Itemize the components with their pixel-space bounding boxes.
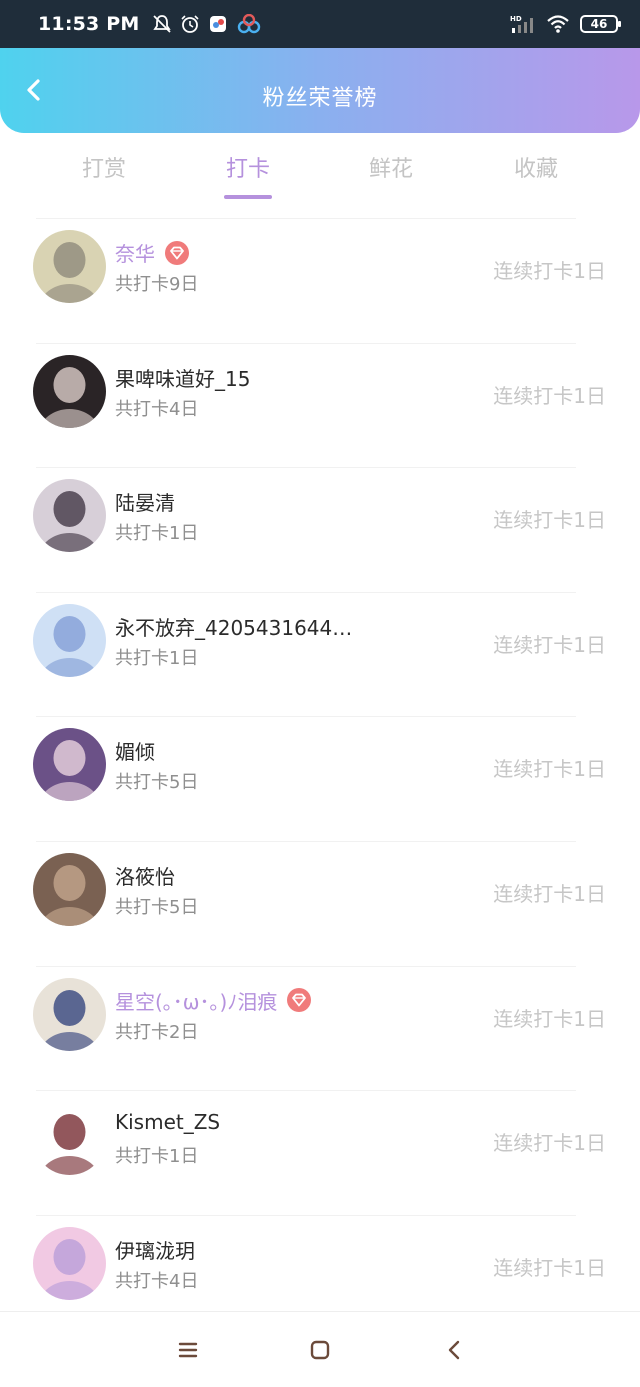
avatar[interactable]	[33, 852, 106, 926]
fan-name: 奈华	[115, 242, 155, 266]
avatar[interactable]	[33, 354, 106, 428]
avatar[interactable]	[33, 977, 106, 1051]
fan-name: 果啤味道好_15	[115, 366, 251, 391]
tab-bar: 打赏 打卡 鲜花 收藏	[0, 133, 640, 208]
wifi-icon	[547, 15, 569, 33]
row-divider	[36, 716, 576, 718]
status-bar: 11:53 PM HD 46	[0, 0, 640, 48]
signal-icon: HD	[510, 15, 533, 33]
fan-row[interactable]: 果啤味道好_15 共打卡4日 连续打卡1日	[0, 342, 640, 468]
total-checkins: 共打卡1日	[115, 523, 199, 545]
tab-underline	[224, 195, 272, 199]
total-checkins: 共打卡9日	[115, 274, 199, 295]
app-header: 粉丝荣誉榜	[0, 48, 640, 133]
page-title: 粉丝荣誉榜	[262, 86, 378, 111]
tab-flowers[interactable]: 鲜花	[336, 151, 446, 183]
avatar[interactable]	[33, 603, 106, 677]
fan-name: 洛筱怡	[115, 864, 175, 889]
battery-indicator: 46	[580, 15, 621, 33]
home-icon[interactable]	[308, 1338, 332, 1362]
total-checkins: 共打卡4日	[115, 1270, 199, 1292]
status-right: HD 46	[510, 14, 621, 34]
streak-checkins: 连续打卡1日	[493, 881, 606, 906]
streak-checkins: 连续打卡1日	[493, 757, 606, 782]
app-notification-icon	[209, 16, 226, 32]
row-divider	[36, 342, 576, 344]
tab-label: 打赏	[81, 157, 126, 182]
row-divider	[36, 467, 576, 469]
avatar-image	[33, 479, 106, 553]
fan-row[interactable]: 星空(｡･ω･｡)ﾉ泪痕 共打卡2日 连续打卡1日	[0, 965, 640, 1091]
back-icon[interactable]	[443, 1338, 467, 1362]
vip-gem-icon	[287, 988, 312, 1013]
avatar[interactable]	[33, 1102, 106, 1176]
streak-checkins: 连续打卡1日	[493, 632, 606, 657]
fan-name-group: 奈华	[115, 238, 189, 267]
fan-row[interactable]: 陆晏清共打卡1日 连续打卡1日	[0, 467, 640, 592]
status-icons	[152, 14, 262, 34]
avatar-image	[33, 977, 106, 1051]
avatar-image	[33, 354, 106, 428]
fan-name: Kismet_ZS	[115, 1110, 221, 1135]
row-divider	[36, 591, 576, 593]
fan-name: 媚倾	[115, 740, 155, 765]
fan-name: 伊璃泷玥	[115, 1238, 195, 1263]
avatar[interactable]	[33, 230, 106, 303]
total-checkins: 共打卡5日	[115, 772, 199, 794]
avatar-image	[33, 1226, 106, 1300]
system-nav-bar	[0, 1311, 640, 1387]
status-time: 11:53 PM	[38, 13, 140, 35]
streak-checkins: 连续打卡1日	[493, 383, 606, 408]
fan-row[interactable]: 永不放弃_42054316449... 共打卡1日 连续打卡1日	[0, 591, 640, 717]
fan-name: 陆晏清	[115, 491, 175, 516]
streak-checkins: 连续打卡1日	[493, 1255, 606, 1280]
vip-gem-icon	[165, 240, 189, 265]
tab-label: 收藏	[513, 157, 558, 182]
total-checkins: 共打卡5日	[115, 896, 199, 918]
fan-row[interactable]: 奈华共打卡9日 连续打卡1日	[0, 218, 640, 343]
avatar[interactable]	[33, 728, 106, 802]
total-checkins: 共打卡2日	[115, 1021, 199, 1043]
avatar-image	[33, 230, 106, 303]
cloud-app-icon	[237, 14, 260, 34]
menu-icon[interactable]	[176, 1338, 200, 1362]
streak-checkins: 连续打卡1日	[493, 1131, 606, 1156]
fan-list: 奈华 共打卡9日 连续打卡1日 果啤味道好_15 共打卡4日 连续打卡1日 陆晏清 共打卡1日…	[0, 218, 640, 1339]
avatar-image	[33, 852, 106, 926]
streak-checkins: 连续打卡1日	[493, 1006, 606, 1031]
tab-label: 鲜花	[368, 157, 413, 182]
fan-row[interactable]: 媚倾共打卡5日 连续打卡1日	[0, 716, 640, 841]
total-checkins: 共打卡1日	[115, 1146, 199, 1168]
row-divider	[36, 965, 576, 967]
fan-name: 永不放弃_42054316449...	[115, 615, 360, 640]
fan-row[interactable]: 洛筱怡共打卡5日 连续打卡1日	[0, 840, 640, 966]
streak-checkins: 连续打卡1日	[493, 508, 606, 533]
fan-row[interactable]: Kismet_ZS 共打卡1日 连续打卡1日	[0, 1090, 640, 1215]
fan-name-group: 星空(｡･ω･｡)ﾉ泪痕	[115, 986, 312, 1015]
row-divider	[36, 218, 576, 219]
mute-bell-icon	[152, 15, 171, 33]
avatar-image	[33, 728, 106, 802]
svg-text:HD: HD	[510, 15, 522, 23]
avatar-image	[33, 603, 106, 677]
row-divider	[36, 840, 576, 842]
total-checkins: 共打卡1日	[115, 647, 199, 669]
row-divider	[36, 1214, 576, 1216]
total-checkins: 共打卡4日	[115, 398, 199, 420]
avatar[interactable]	[33, 1226, 106, 1300]
avatar-image	[33, 1102, 106, 1176]
avatar[interactable]	[33, 479, 106, 553]
tab-reward[interactable]: 打赏	[49, 151, 159, 183]
tab-label: 打卡	[225, 157, 270, 182]
fan-name: 星空(｡･ω･｡)ﾉ泪痕	[115, 989, 278, 1014]
tab-checkin[interactable]: 打卡	[193, 151, 303, 199]
streak-checkins: 连续打卡1日	[493, 259, 606, 283]
row-divider	[36, 1090, 576, 1092]
alarm-clock-icon	[180, 15, 199, 33]
tab-favorites[interactable]: 收藏	[481, 151, 591, 183]
